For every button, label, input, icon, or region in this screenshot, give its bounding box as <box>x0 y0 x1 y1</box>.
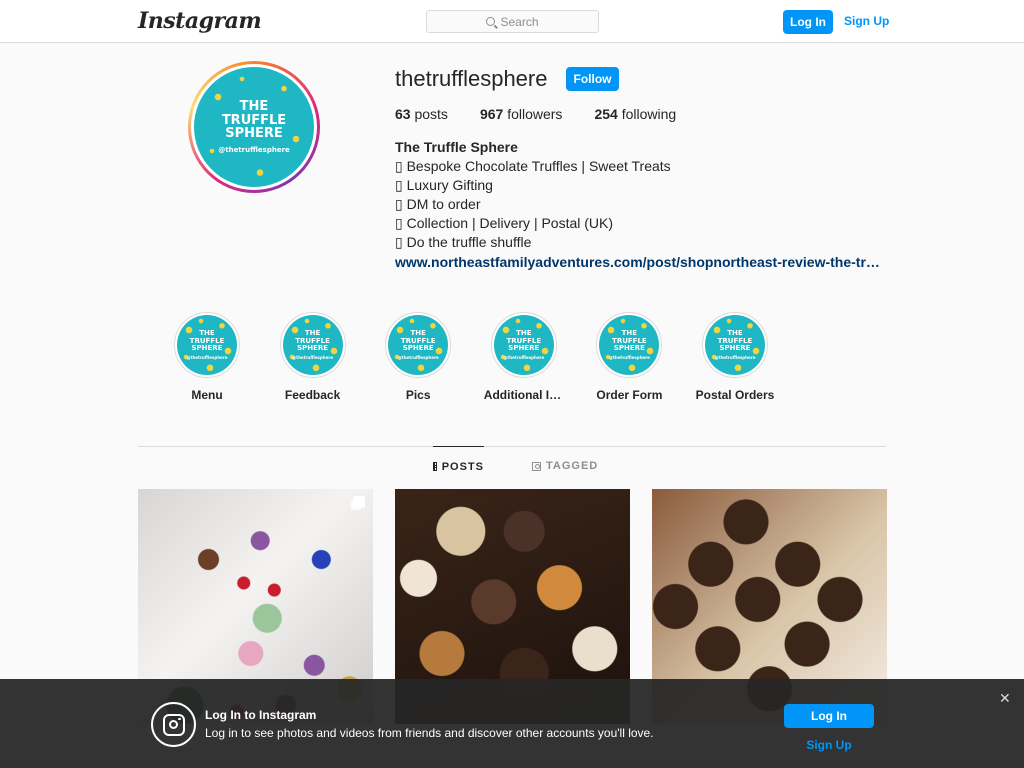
highlight-postal-orders[interactable]: THE TRUFFLE SPHERE @thetrufflesphere Pos… <box>696 312 774 402</box>
highlight-cover: THE TRUFFLE SPHERE @thetrufflesphere <box>490 312 557 378</box>
tagged-icon <box>532 461 541 471</box>
bio-line: ▯ Collection | Delivery | Postal (UK) <box>395 215 614 232</box>
highlight-logo: THE TRUFFLE SPHERE @thetrufflesphere <box>704 315 765 375</box>
following-label: following <box>621 106 677 122</box>
signup-link[interactable]: Sign Up <box>844 14 889 28</box>
hl-logo-line3: SPHERE <box>297 344 329 353</box>
highlight-label: Additional Info <box>483 388 564 402</box>
banner-login-button[interactable]: Log In <box>784 704 874 728</box>
close-icon[interactable]: ✕ <box>999 690 1011 707</box>
highlight-logo: THE TRUFFLE SPHERE @thetrufflesphere <box>388 315 449 375</box>
highlight-label: Pics <box>405 388 431 402</box>
highlight-cover: THE TRUFFLE SPHERE @thetrufflesphere <box>596 312 663 378</box>
highlight-label: Menu <box>191 388 223 402</box>
banner-title: Log In to Instagram <box>205 708 317 722</box>
tab-tagged[interactable]: TAGGED <box>532 446 598 486</box>
highlight-feedback[interactable]: THE TRUFFLE SPHERE @thetrufflesphere Fee… <box>278 312 348 402</box>
highlight-menu[interactable]: THE TRUFFLE SPHERE @thetrufflesphere Men… <box>172 312 242 402</box>
instagram-glyph-icon <box>151 702 196 747</box>
bio-name: The Truffle Sphere <box>395 139 518 155</box>
followers-label: followers <box>507 106 563 122</box>
hl-logo-line3: SPHERE <box>191 344 223 353</box>
bio-line: ▯ Bespoke Chocolate Truffles | Sweet Tre… <box>395 158 671 175</box>
hl-logo-handle: @thetrufflesphere <box>292 354 334 360</box>
followers-count: 967 <box>479 106 504 122</box>
highlight-logo: THE TRUFFLE SPHERE @thetrufflesphere <box>493 315 554 375</box>
highlight-cover: THE TRUFFLE SPHERE @thetrufflesphere <box>385 312 452 378</box>
instagram-logo[interactable]: Instagram <box>138 8 262 34</box>
story-highlights: THE TRUFFLE SPHERE @thetrufflesphere Men… <box>172 312 806 402</box>
login-button[interactable]: Log In <box>783 10 833 34</box>
highlight-label: Order Form <box>596 388 663 402</box>
follow-button[interactable]: Follow <box>566 67 619 91</box>
following-count: 254 <box>594 106 618 122</box>
stat-followers[interactable]: 967 followers <box>480 106 563 122</box>
highlight-logo: THE TRUFFLE SPHERE @thetrufflesphere <box>177 315 237 375</box>
search-input[interactable]: Search <box>426 10 599 33</box>
highlight-additional-info[interactable]: THE TRUFFLE SPHERE @thetrufflesphere Add… <box>484 312 564 402</box>
banner-signup-link[interactable]: Sign Up <box>784 738 874 752</box>
highlight-logo: THE TRUFFLE SPHERE @thetrufflesphere <box>599 315 660 375</box>
bio-website-link[interactable]: www.northeastfamilyadventures.com/post/s… <box>395 253 887 272</box>
hl-logo-line3: SPHERE <box>402 344 434 353</box>
search-icon <box>486 17 496 26</box>
tab-tagged-label: TAGGED <box>546 460 599 472</box>
highlight-label: Postal Orders <box>695 388 775 402</box>
tabs-divider <box>138 446 886 447</box>
logo-line1: THE <box>239 99 269 115</box>
hl-logo-handle: @thetrufflesphere <box>397 354 439 360</box>
highlight-logo: THE TRUFFLE SPHERE @thetrufflesphere <box>282 315 343 375</box>
logo-line3: SPHERE <box>225 126 283 142</box>
login-banner: Log In to Instagram Log in to see photos… <box>0 679 1024 768</box>
multiple-images-icon <box>353 496 365 508</box>
tab-posts-label: POSTS <box>441 460 484 473</box>
hl-logo-handle: @thetrufflesphere <box>714 354 756 360</box>
bio-line: ▯ DM to order <box>395 196 481 213</box>
bio-line: ▯ Do the truffle shuffle <box>395 234 532 251</box>
profile-bio: The Truffle Sphere ▯ Bespoke Chocolate T… <box>395 138 890 272</box>
hl-logo-line3: SPHERE <box>613 344 645 353</box>
highlight-cover: THE TRUFFLE SPHERE @thetrufflesphere <box>701 312 768 378</box>
hl-logo-line3: SPHERE <box>719 344 751 353</box>
profile-avatar[interactable]: THE TRUFFLE SPHERE @thetrufflesphere <box>188 61 320 193</box>
posts-count: 63 <box>395 106 411 122</box>
profile-stats: 63 posts 967 followers 254 following <box>395 106 708 122</box>
highlight-cover: THE TRUFFLE SPHERE @thetrufflesphere <box>174 312 240 378</box>
posts-label: posts <box>414 106 448 122</box>
highlight-cover: THE TRUFFLE SPHERE @thetrufflesphere <box>279 312 346 378</box>
hl-logo-handle: @thetrufflesphere <box>503 354 545 360</box>
stat-following[interactable]: 254 following <box>594 106 676 122</box>
logo-line2: TRUFFLE <box>221 112 287 128</box>
hl-logo-handle: @thetrufflesphere <box>186 354 228 360</box>
stat-posts[interactable]: 63 posts <box>395 106 448 122</box>
top-nav: Instagram Search Log In Sign Up <box>0 0 1024 43</box>
truffle-sphere-logo: THE TRUFFLE SPHERE @thetrufflesphere <box>194 67 314 187</box>
logo-handle: @thetrufflesphere <box>218 145 290 154</box>
highlight-order-form[interactable]: THE TRUFFLE SPHERE @thetrufflesphere Ord… <box>594 312 664 402</box>
grid-icon <box>433 462 437 471</box>
profile-username: thetrufflesphere <box>395 66 548 91</box>
tab-posts[interactable]: POSTS <box>433 446 484 486</box>
banner-text: Log in to see photos and videos from fri… <box>205 726 654 740</box>
bio-line: ▯ Luxury Gifting <box>395 177 493 194</box>
search-placeholder: Search <box>500 14 539 29</box>
hl-logo-line3: SPHERE <box>508 344 540 353</box>
highlight-label: Feedback <box>284 388 341 402</box>
avatar-inner: THE TRUFFLE SPHERE @thetrufflesphere <box>191 64 317 190</box>
hl-logo-handle: @thetrufflesphere <box>608 354 650 360</box>
highlight-pics[interactable]: THE TRUFFLE SPHERE @thetrufflesphere Pic… <box>383 312 453 402</box>
